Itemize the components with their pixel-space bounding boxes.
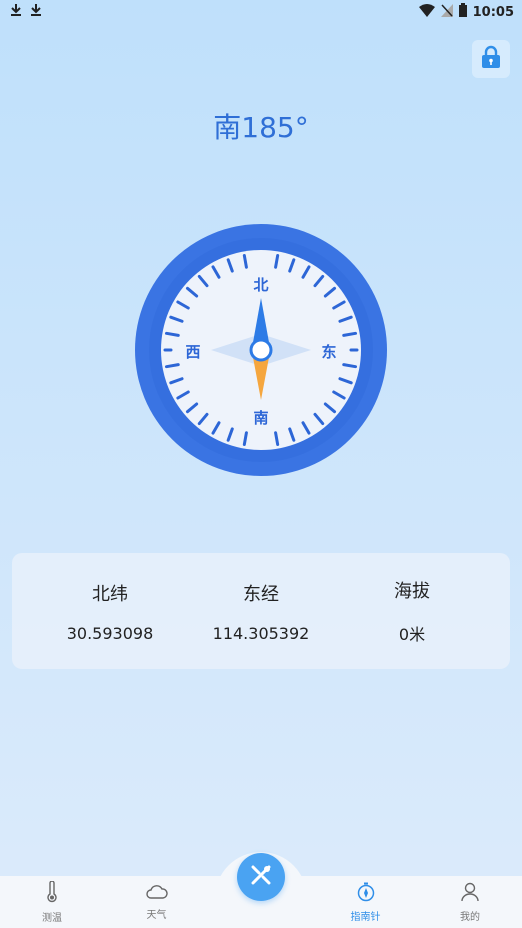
compass-tick xyxy=(164,331,180,337)
tools-button[interactable] xyxy=(237,853,285,901)
compass-tick xyxy=(242,253,248,269)
info-latitude: 北纬 30.593098 xyxy=(40,553,180,669)
status-left xyxy=(10,3,42,21)
wifi-icon xyxy=(418,3,435,21)
longitude-value: 114.305392 xyxy=(212,623,310,643)
thermometer-icon xyxy=(45,879,59,907)
altitude-label: 海拔 xyxy=(394,581,430,602)
tab-profile[interactable]: 我的 xyxy=(418,882,522,923)
heading-readout: 南185° xyxy=(213,111,309,144)
latitude-label: 北纬 xyxy=(92,583,128,605)
altitude-value: 0米 xyxy=(398,625,426,644)
status-bar: 10:05 xyxy=(0,0,522,24)
compass-tick xyxy=(342,331,358,337)
compass-tick xyxy=(274,253,280,269)
compass-tick xyxy=(242,431,248,447)
user-icon xyxy=(461,882,479,906)
info-longitude: 东经 114.305392 xyxy=(191,553,331,669)
battery-icon xyxy=(458,3,467,21)
status-right: 10:05 xyxy=(418,3,514,21)
download-icon xyxy=(10,3,22,21)
compass-icon xyxy=(357,882,375,906)
lock-button[interactable] xyxy=(472,40,510,78)
label-west: 西 xyxy=(185,343,200,361)
label-east: 东 xyxy=(321,343,336,361)
tab-compass[interactable]: 指南针 xyxy=(314,882,418,923)
info-altitude: 海拔 0米 xyxy=(342,553,482,669)
needle-hub xyxy=(249,338,273,362)
tab-label-temperature: 测温 xyxy=(42,912,62,924)
label-north: 北 xyxy=(253,276,268,294)
download-icon xyxy=(30,3,42,21)
location-info-card: 北纬 30.593098 东经 114.305392 海拔 0米 xyxy=(12,553,510,669)
compass-tick xyxy=(342,363,358,369)
compass-tick xyxy=(164,363,180,369)
compass-tick xyxy=(274,431,280,447)
compass-svg: 北 南 东 西 xyxy=(135,224,387,476)
signal-off-icon xyxy=(440,3,453,21)
longitude-label: 东经 xyxy=(243,583,279,605)
lock-icon xyxy=(481,45,501,73)
tab-label-profile: 我的 xyxy=(460,911,480,923)
tab-temperature[interactable]: 测温 xyxy=(0,879,104,924)
tab-label-weather: 天气 xyxy=(146,909,167,921)
cloud-icon xyxy=(145,884,168,904)
tools-icon xyxy=(249,863,273,891)
tab-weather[interactable]: 天气 xyxy=(105,884,209,921)
label-south: 南 xyxy=(253,409,268,427)
compass-dial: 北 南 东 西 xyxy=(135,224,387,476)
clock-time: 10:05 xyxy=(472,4,514,20)
tab-label-compass: 指南针 xyxy=(350,911,381,923)
latitude-value: 30.593098 xyxy=(66,623,154,643)
